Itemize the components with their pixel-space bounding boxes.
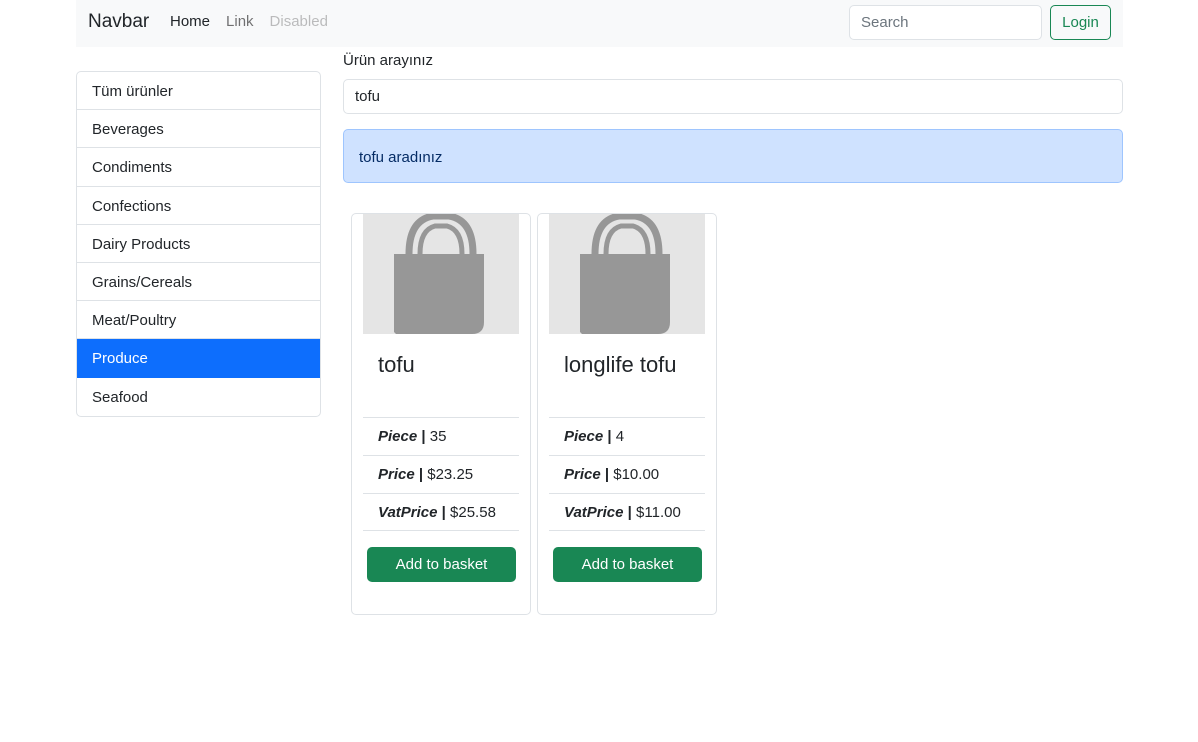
vat-price-value: $11.00 (636, 504, 681, 521)
shopping-bag-icon (394, 214, 484, 334)
piece-label: Piece (564, 428, 604, 445)
login-button[interactable]: Login (1050, 5, 1111, 40)
category-item-condiments[interactable]: Condiments (77, 148, 320, 187)
category-item-seafood[interactable]: Seafood (77, 378, 320, 416)
top-navbar: Navbar Home Link Disabled Login (76, 0, 1123, 47)
product-card: tofu Piece | 35 Price | $23.25 VatPrice … (351, 213, 531, 615)
product-vat-price-row: VatPrice | $11.00 (549, 493, 705, 531)
category-item-grains-cereals[interactable]: Grains/Cereals (77, 263, 320, 302)
piece-label: Piece (378, 428, 418, 445)
category-item-confections[interactable]: Confections (77, 187, 320, 225)
product-image (549, 214, 705, 334)
product-price-row: Price | $23.25 (363, 455, 519, 493)
product-vat-price-row: VatPrice | $25.58 (363, 493, 519, 531)
product-search-input[interactable] (343, 79, 1123, 114)
vat-price-label: VatPrice (378, 504, 438, 521)
price-label: Price (378, 466, 415, 483)
product-search-label: Ürün arayınız (343, 52, 434, 69)
category-item-meat-poultry[interactable]: Meat/Poultry (77, 301, 320, 340)
vat-price-label: VatPrice (564, 504, 624, 521)
nav-link-home[interactable]: Home (170, 13, 210, 30)
product-price-row: Price | $10.00 (549, 455, 705, 493)
vat-price-value: $25.58 (450, 504, 496, 521)
add-to-basket-button[interactable]: Add to basket (367, 547, 516, 582)
product-details: Piece | 35 Price | $23.25 VatPrice | $25… (363, 417, 519, 531)
price-value: $23.25 (427, 466, 474, 483)
search-result-alert: tofu aradınız (343, 129, 1123, 183)
product-name: longlife tofu (564, 352, 677, 377)
navbar-brand[interactable]: Navbar (88, 11, 149, 33)
nav-link-disabled: Disabled (269, 13, 328, 30)
shopping-bag-icon (580, 214, 670, 334)
piece-value: 4 (615, 428, 625, 445)
add-to-basket-button[interactable]: Add to basket (553, 547, 702, 582)
product-card: longlife tofu Piece | 4 Price | $10.00 V… (537, 213, 717, 615)
price-value: $10.00 (613, 466, 660, 483)
category-item-produce[interactable]: Produce (77, 339, 320, 378)
product-piece-row: Piece | 35 (363, 417, 519, 455)
piece-value: 35 (429, 428, 447, 445)
category-list: Tüm ürünler Beverages Condiments Confect… (76, 71, 321, 417)
category-item-all[interactable]: Tüm ürünler (77, 72, 320, 111)
price-label: Price (564, 466, 601, 483)
nav-link-link[interactable]: Link (226, 13, 254, 30)
product-details: Piece | 4 Price | $10.00 VatPrice | $11.… (549, 417, 705, 531)
category-item-beverages[interactable]: Beverages (77, 110, 320, 149)
product-piece-row: Piece | 4 (549, 417, 705, 455)
product-image (363, 214, 519, 334)
product-name: tofu (378, 352, 415, 377)
category-item-dairy-products[interactable]: Dairy Products (77, 225, 320, 263)
nav-links: Home Link Disabled (170, 13, 328, 30)
navbar-search-input[interactable] (849, 5, 1042, 40)
